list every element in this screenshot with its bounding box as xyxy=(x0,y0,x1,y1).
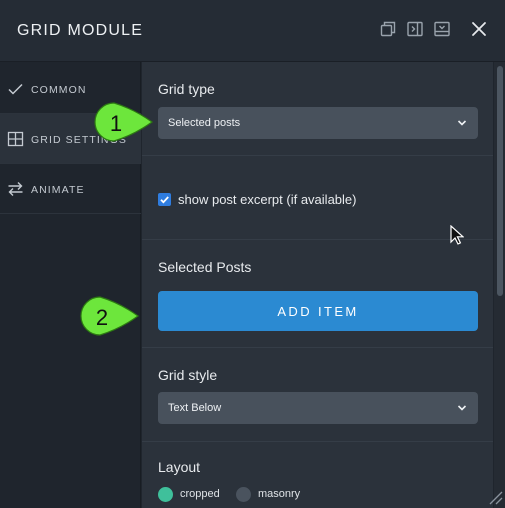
grid-type-section: Grid type Selected posts xyxy=(142,62,493,156)
dock-right-icon[interactable] xyxy=(407,21,423,37)
callout-1: 1 xyxy=(94,102,154,142)
layout-label: Layout xyxy=(158,459,201,475)
dock-bottom-icon[interactable] xyxy=(434,21,450,37)
scrollbar-thumb[interactable] xyxy=(497,66,503,296)
grid-type-select[interactable]: Selected posts xyxy=(158,107,478,139)
sidebar-item-label: ANIMATE xyxy=(31,184,85,196)
sidebar-item-animate[interactable]: ANIMATE xyxy=(0,164,141,214)
module-title: GRID MODULE xyxy=(17,22,144,39)
add-item-label: ADD ITEM xyxy=(277,304,359,319)
module-header: GRID MODULE xyxy=(0,0,505,62)
grid-style-label: Grid style xyxy=(158,367,218,383)
chevron-down-icon xyxy=(457,118,467,128)
layout-option-label: masonry xyxy=(258,488,301,500)
content-scrollbar[interactable] xyxy=(494,62,505,508)
callout-number: 1 xyxy=(109,111,123,136)
chevron-down-icon xyxy=(457,403,467,413)
selected-posts-label: Selected Posts xyxy=(158,259,252,275)
callout-number: 2 xyxy=(95,305,109,330)
excerpt-label: show post excerpt (if available) xyxy=(178,192,357,207)
grid-type-label: Grid type xyxy=(158,81,215,97)
callout-2: 2 xyxy=(80,296,140,336)
grid-style-value: Text Below xyxy=(168,402,222,414)
settings-content: Grid type Selected posts show post excer… xyxy=(142,62,493,508)
grid-style-select[interactable]: Text Below xyxy=(158,392,478,424)
layout-radio-cropped[interactable] xyxy=(158,487,173,502)
close-icon[interactable] xyxy=(471,21,487,37)
excerpt-checkbox[interactable] xyxy=(158,193,171,206)
swap-arrows-icon xyxy=(7,181,24,197)
resize-grip-icon[interactable] xyxy=(485,487,503,505)
layout-option-label: cropped xyxy=(180,488,220,500)
add-item-button[interactable]: ADD ITEM xyxy=(158,291,478,331)
grid-type-value: Selected posts xyxy=(168,117,241,129)
layout-radio-masonry[interactable] xyxy=(236,487,251,502)
duplicate-icon[interactable] xyxy=(380,21,396,37)
sidebar-item-label: COMMON xyxy=(31,84,87,96)
mouse-cursor-icon xyxy=(450,225,464,245)
grid-icon xyxy=(7,131,24,147)
checkmark-icon xyxy=(7,81,24,97)
grid-style-section: Grid style Text Below xyxy=(142,348,493,442)
